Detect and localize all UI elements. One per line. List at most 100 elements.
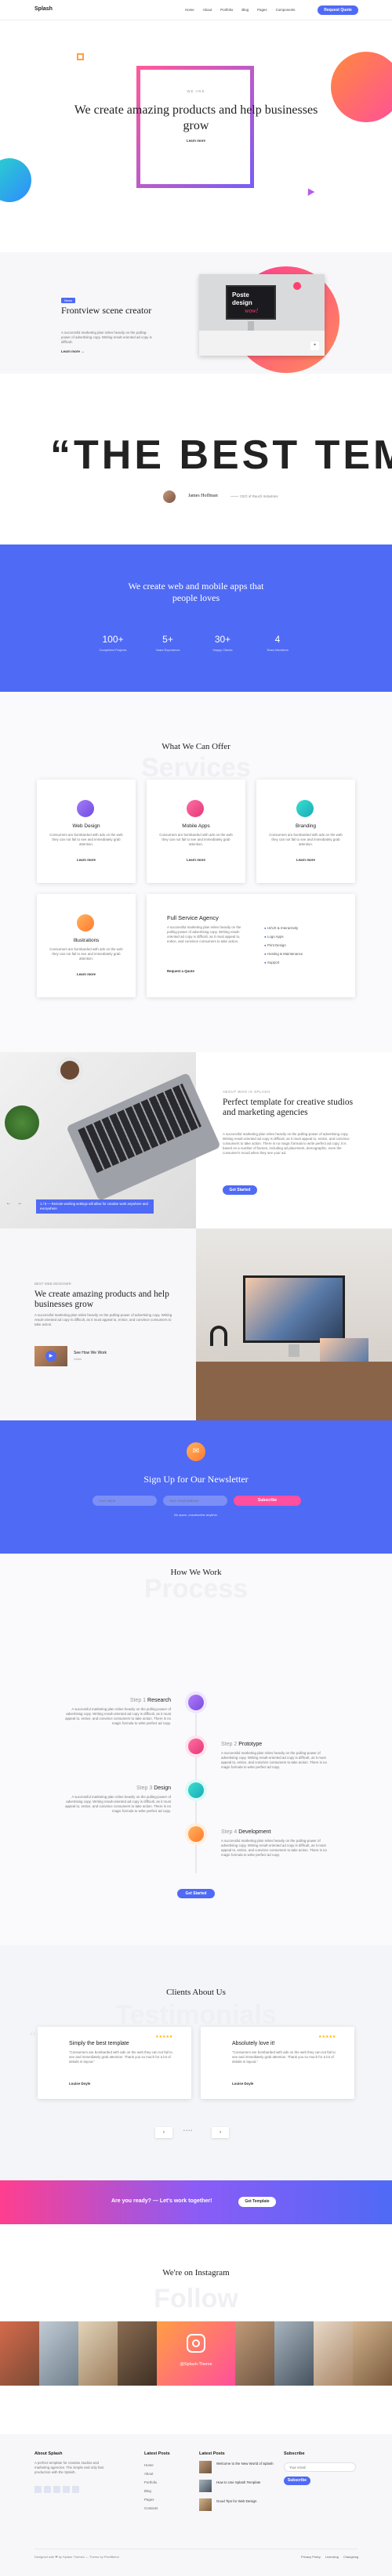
instagram-photo-2[interactable] bbox=[39, 2321, 78, 2386]
card-link[interactable]: Learn more bbox=[37, 858, 136, 862]
laptop-small bbox=[320, 1338, 368, 1362]
footer-post-1[interactable]: Welcome to the New World of Splash bbox=[199, 2461, 278, 2475]
twitter-icon[interactable] bbox=[44, 2486, 51, 2493]
zoom-icon[interactable]: + bbox=[310, 342, 319, 350]
carousel-dots[interactable]: • • • • bbox=[183, 2129, 192, 2133]
logo[interactable]: Splash bbox=[34, 6, 53, 12]
process-get-started-button[interactable]: Get Started bbox=[177, 1889, 215, 1898]
arrow-left-icon[interactable]: ← bbox=[6, 1201, 11, 1206]
service-card-mobile-apps[interactable]: Mobile Apps Consumers are bombarded with… bbox=[147, 780, 245, 883]
video-thumb[interactable]: ▶ bbox=[34, 1346, 67, 1366]
step-4-icon bbox=[188, 1826, 204, 1842]
rating-stars: ★★★★★ bbox=[155, 2035, 173, 2039]
footer-subscribe-button[interactable]: Subscribe bbox=[284, 2477, 310, 2485]
footer-link[interactable]: Pages bbox=[144, 2495, 158, 2504]
licensing-link[interactable]: Licensing bbox=[325, 2555, 339, 2559]
stat-value: 4 bbox=[274, 634, 281, 645]
footer-link[interactable]: About bbox=[144, 2469, 158, 2478]
instagram-photo-6[interactable] bbox=[274, 2321, 314, 2386]
mobile-apps-icon bbox=[187, 800, 204, 817]
card-title: Branding bbox=[295, 823, 317, 829]
card-title: Web Design bbox=[72, 823, 100, 829]
next-arrow-icon[interactable]: › bbox=[212, 2127, 229, 2138]
newsletter-email-input[interactable] bbox=[163, 1496, 227, 1506]
frontview-link[interactable]: Learn more → bbox=[61, 349, 85, 353]
footer-post-2[interactable]: How to Use Splash Template bbox=[199, 2480, 278, 2494]
testimonial-text: “Consumers are bombarded with ads on the… bbox=[69, 2050, 172, 2064]
branding-icon bbox=[296, 800, 314, 817]
testimonial-text: “Consumers are bombarded with ads on the… bbox=[232, 2050, 336, 2064]
instagram-center-tile[interactable]: @Splash-Theme bbox=[157, 2321, 235, 2386]
hero-eyebrow: We are bbox=[187, 89, 205, 93]
author-avatar bbox=[163, 490, 176, 503]
web-design-icon bbox=[77, 800, 94, 817]
footer-post-3[interactable]: Good Tips for Web Design bbox=[199, 2498, 278, 2513]
footer-link[interactable]: Home bbox=[144, 2461, 158, 2469]
service-card-illustrations[interactable]: Illustrations Consumers are bombarded wi… bbox=[37, 894, 136, 997]
service-card-branding[interactable]: Branding Consumers are bombarded with ad… bbox=[256, 780, 355, 883]
get-started-button[interactable]: Get Started bbox=[223, 1185, 257, 1195]
quote-section: “THE BEST TEMPLA James Hoffman CEO of Ra… bbox=[0, 374, 392, 545]
stat-label: Years Experience bbox=[155, 648, 180, 652]
services-title: What We Can Offer bbox=[162, 742, 230, 751]
get-template-button[interactable]: Get Template bbox=[238, 2197, 276, 2207]
instagram-photo-5[interactable] bbox=[235, 2321, 274, 2386]
coffee-cup bbox=[56, 1057, 83, 1084]
video-title[interactable]: See How We Work bbox=[74, 1351, 107, 1355]
footer-about-title: About Splash bbox=[34, 2451, 63, 2456]
arrow-right-icon[interactable]: → bbox=[17, 1201, 22, 1206]
card-link[interactable]: Learn more bbox=[256, 858, 355, 862]
stat-2: 5+ Years Experience bbox=[147, 634, 188, 652]
privacy-link[interactable]: Privacy Policy bbox=[301, 2555, 321, 2559]
legal-links: Privacy Policy Licensing Changelog bbox=[301, 2555, 358, 2559]
subscribe-button[interactable]: Subscribe bbox=[234, 1496, 301, 1506]
footer-link[interactable]: Contacts bbox=[144, 2504, 158, 2513]
nav-item-components[interactable]: Components bbox=[276, 8, 296, 12]
testimonial-author: Louise Doyle bbox=[232, 2082, 254, 2086]
card-text: Consumers are bombarded with ads on the … bbox=[49, 833, 123, 846]
quote-text: “THE BEST TEMPLA bbox=[50, 432, 392, 478]
step-2-icon bbox=[188, 1738, 204, 1754]
instagram-photo-7[interactable] bbox=[314, 2321, 353, 2386]
request-quote-link[interactable]: Request a Quote bbox=[167, 969, 194, 973]
instagram-photo-8[interactable] bbox=[353, 2321, 392, 2386]
newsletter-note: No spam, unsubscribe anytime. bbox=[173, 1513, 219, 1517]
card-link[interactable]: Learn more bbox=[147, 858, 245, 862]
cta-text: Are you ready? — Let's work together! bbox=[111, 2198, 212, 2204]
instagram-section: Follow We're on Instagram @Splash-Theme bbox=[0, 2224, 392, 2434]
linkedin-icon[interactable] bbox=[63, 2486, 70, 2493]
laptop bbox=[66, 1072, 221, 1202]
instagram-photo-1[interactable] bbox=[0, 2321, 39, 2386]
monitor-text-1: Poste bbox=[232, 291, 249, 298]
step-3-icon bbox=[188, 1782, 204, 1798]
instagram-photo-3[interactable] bbox=[78, 2321, 118, 2386]
facebook-icon[interactable] bbox=[34, 2486, 42, 2493]
instagram-social-icon[interactable] bbox=[53, 2486, 60, 2493]
headphones bbox=[210, 1326, 227, 1346]
cta-banner: Are you ready? — Let's work together! Ge… bbox=[0, 2180, 392, 2224]
nav-item-home[interactable]: Home bbox=[185, 8, 194, 12]
copyright: Designed with ❤ by Splash Themes — Theme… bbox=[34, 2555, 119, 2559]
footer-link[interactable]: Portfolio bbox=[144, 2478, 158, 2487]
footer-link[interactable]: Blog bbox=[144, 2487, 158, 2495]
service-card-web-design[interactable]: Web Design Consumers are bombarded with … bbox=[37, 780, 136, 883]
newsletter-name-input[interactable] bbox=[93, 1496, 157, 1506]
service-list-item: ● Print Design bbox=[264, 943, 286, 947]
card-link[interactable]: Learn more bbox=[37, 972, 136, 976]
prev-arrow-icon[interactable]: ‹ bbox=[155, 2127, 172, 2138]
request-quote-button[interactable]: Request Quote bbox=[318, 5, 358, 15]
nav-item-portfolio[interactable]: Portfolio bbox=[220, 8, 233, 12]
stat-label: Completed Projects bbox=[99, 648, 127, 652]
play-icon[interactable]: ▶ bbox=[45, 1351, 56, 1362]
hero-learn-more-link[interactable]: Learn more bbox=[0, 139, 392, 143]
instagram-photo-4[interactable] bbox=[118, 2321, 157, 2386]
card-text: Consumers are bombarded with ads on the … bbox=[49, 947, 123, 961]
nav-item-blog[interactable]: Blog bbox=[241, 8, 249, 12]
nav-item-pages[interactable]: Pages bbox=[257, 8, 267, 12]
nav-item-about[interactable]: About bbox=[203, 8, 212, 12]
footer-email-input[interactable] bbox=[284, 2462, 356, 2472]
imac-monitor bbox=[243, 1275, 345, 1343]
author-divider bbox=[230, 496, 238, 497]
youtube-icon[interactable] bbox=[72, 2486, 79, 2493]
changelog-link[interactable]: Changelog bbox=[343, 2555, 358, 2559]
